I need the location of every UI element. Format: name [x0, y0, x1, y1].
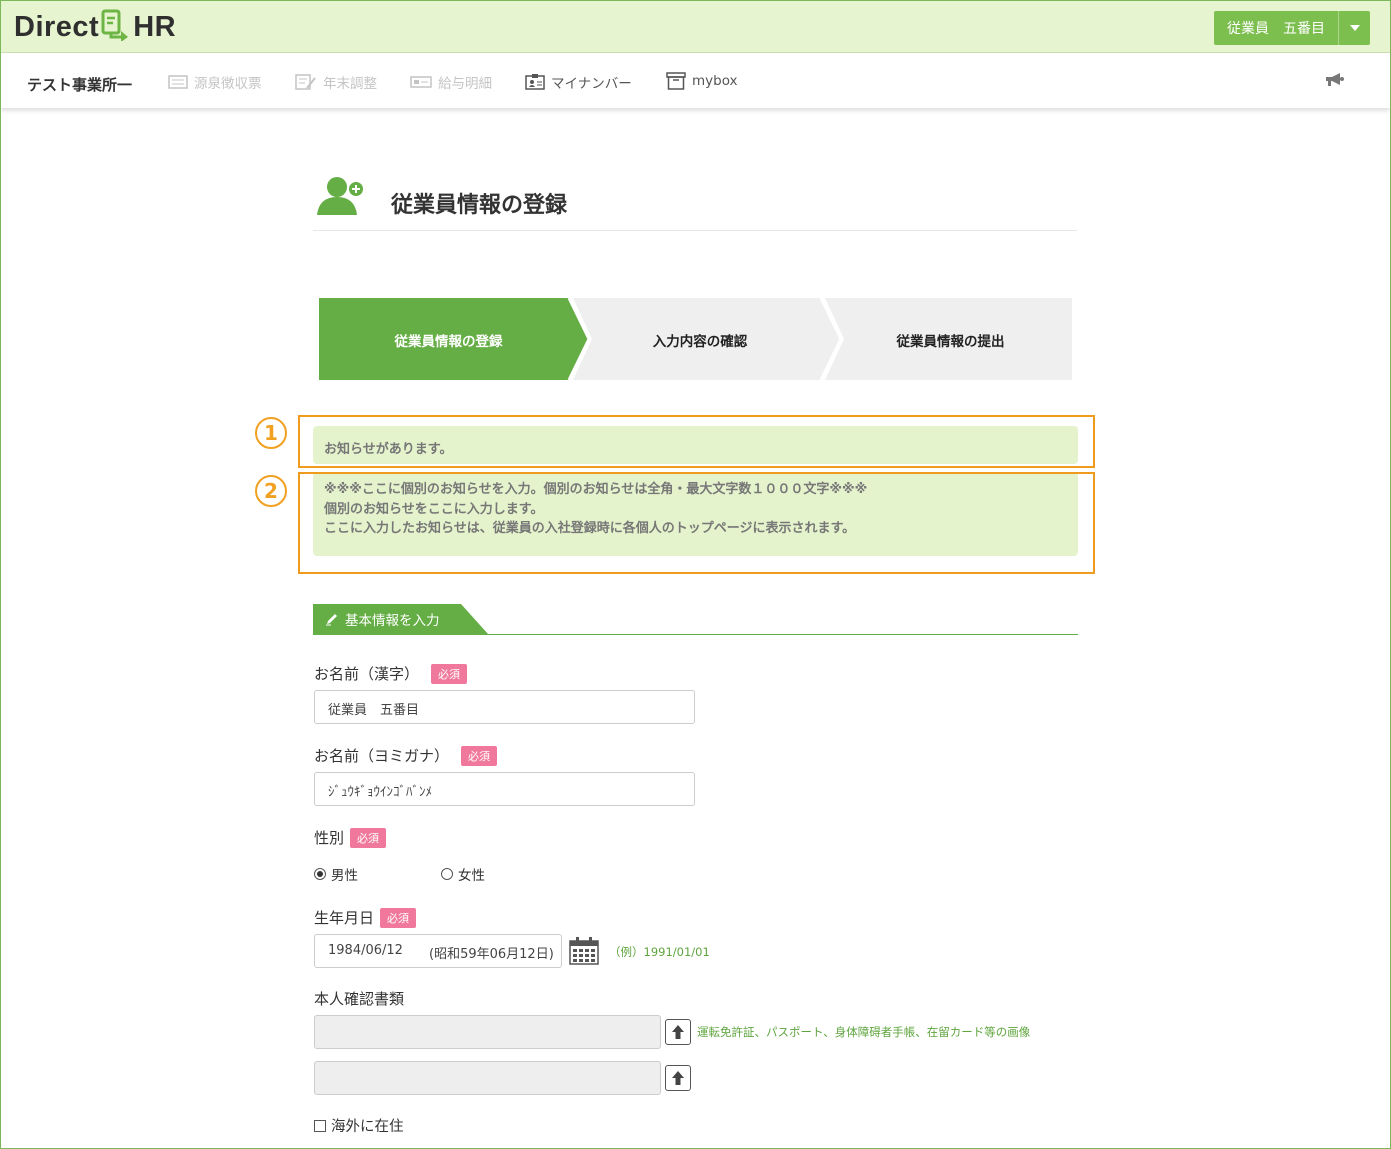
id-doc-file-field-1[interactable] — [314, 1015, 661, 1049]
required-badge: 必須 — [350, 827, 387, 848]
nav-item-label: マイナンバー — [551, 76, 632, 92]
birthdate-label: 生年月日 必須 — [314, 907, 417, 928]
gender-label: 性別 必須 — [314, 827, 387, 848]
document-edit-icon — [295, 74, 317, 90]
name-kana-input[interactable]: ｼﾞｭｳｷﾞｮｳｲﾝｺﾞﾊﾞﾝﾒ — [314, 772, 695, 806]
step-3-submit: 従業員情報の提出 — [896, 334, 1005, 350]
logo-text-left: Direct — [14, 10, 100, 43]
pencil-icon — [325, 612, 339, 626]
nav-item-label: mybox — [692, 73, 738, 89]
office-name[interactable]: テスト事業所一 — [27, 74, 132, 95]
birthdate-label-text: 生年月日 — [314, 909, 375, 927]
page-title: 従業員情報の登録 — [391, 193, 568, 218]
checkbox-unchecked-icon[interactable] — [314, 1119, 326, 1132]
name-kana-label: お名前（ヨミガナ） 必須 — [314, 745, 498, 766]
user-menu-button[interactable]: 従業員 五番目 — [1214, 11, 1370, 45]
upload-icon[interactable] — [665, 1019, 691, 1045]
overseas-checkbox[interactable]: 海外に在住 — [314, 1115, 404, 1136]
name-kana-label-text: お名前（ヨミガナ） — [314, 747, 450, 765]
name-kanji-label-text: お名前（漢字） — [314, 665, 420, 683]
nav-item-mybox[interactable]: mybox — [666, 72, 738, 90]
id-card-icon — [525, 74, 545, 90]
birthdate-example: （例）1991/01/01 — [609, 945, 710, 959]
name-kanji-label: お名前（漢字） 必須 — [314, 663, 468, 684]
megaphone-icon[interactable] — [1324, 72, 1346, 92]
nav-item-label: 源泉徴収票 — [194, 76, 262, 92]
top-header: Direct HR 従業員 五番目 — [1, 1, 1390, 53]
caret-down-icon[interactable] — [1338, 11, 1370, 45]
user-name: 従業員 五番目 — [1227, 21, 1325, 37]
annotation-marker-1: 1 — [255, 417, 287, 449]
gender-label-text: 性別 — [314, 829, 345, 847]
required-badge: 必須 — [461, 745, 498, 766]
gender-option-label: 女性 — [458, 868, 485, 884]
name-kanji-value: 従業員 五番目 — [328, 703, 420, 718]
gender-option-label: 男性 — [331, 868, 358, 884]
section-title: 基本情報を入力 — [345, 613, 440, 629]
name-kanji-input[interactable]: 従業員 五番目 — [314, 690, 695, 724]
nav-item-label: 給与明細 — [438, 76, 492, 92]
payslip-icon — [410, 76, 432, 88]
step-2-confirm: 入力内容の確認 — [652, 334, 748, 350]
gender-radio-female[interactable]: 女性 — [441, 864, 485, 884]
required-badge: 必須 — [380, 907, 417, 928]
main-nav: テスト事業所一 源泉徴収票 年末調整 給与明細 マイナンバー mybox — [1, 54, 1390, 108]
calendar-icon[interactable] — [569, 937, 599, 969]
step-1-register: 従業員情報の登録 — [394, 334, 503, 350]
logo[interactable]: Direct HR — [14, 9, 176, 45]
nav-item-withholding: 源泉徴収票 — [168, 72, 262, 92]
highlight-box-2 — [298, 472, 1095, 574]
id-docs-label-text: 本人確認書類 — [314, 990, 405, 1008]
box-icon — [666, 72, 686, 90]
receipt-icon — [168, 75, 188, 89]
logo-text-right: HR — [133, 10, 177, 43]
section-tab: 基本情報を入力 — [313, 604, 488, 634]
nav-item-label: 年末調整 — [323, 76, 377, 92]
add-user-icon — [317, 175, 365, 221]
nav-item-year-end: 年末調整 — [295, 72, 377, 92]
section-header: 基本情報を入力 — [313, 604, 1078, 635]
birthdate-input[interactable]: 1984/06/12 (昭和59年06月12日) — [314, 934, 562, 968]
logo-icon — [101, 9, 131, 45]
upload-icon[interactable] — [665, 1065, 691, 1091]
overseas-label: 海外に在住 — [331, 1119, 404, 1135]
gender-radio-male[interactable]: 男性 — [314, 864, 358, 884]
page-header: 従業員情報の登録 — [313, 175, 1077, 231]
annotation-marker-2: 2 — [255, 475, 287, 507]
radio-checked-icon[interactable] — [314, 868, 326, 880]
id-docs-label: 本人確認書類 — [314, 988, 404, 1009]
birthdate-era: (昭和59年06月12日) — [429, 947, 554, 962]
nav-item-payslip: 給与明細 — [410, 72, 492, 92]
name-kana-value: ｼﾞｭｳｷﾞｮｳｲﾝｺﾞﾊﾞﾝﾒ — [328, 785, 432, 800]
highlight-box-1 — [298, 415, 1095, 468]
id-doc-file-field-2[interactable] — [314, 1061, 661, 1095]
nav-item-mynumber[interactable]: マイナンバー — [525, 72, 632, 92]
radio-unchecked-icon[interactable] — [441, 868, 453, 880]
progress-steps: 従業員情報の登録 入力内容の確認 従業員情報の提出 — [319, 297, 1072, 381]
required-badge: 必須 — [431, 663, 468, 684]
id-docs-hint: 運転免許証、パスポート、身体障碍者手帳、在留カード等の画像 — [697, 1025, 1031, 1039]
window-frame — [0, 0, 1391, 1149]
birthdate-value: 1984/06/12 — [328, 943, 403, 958]
